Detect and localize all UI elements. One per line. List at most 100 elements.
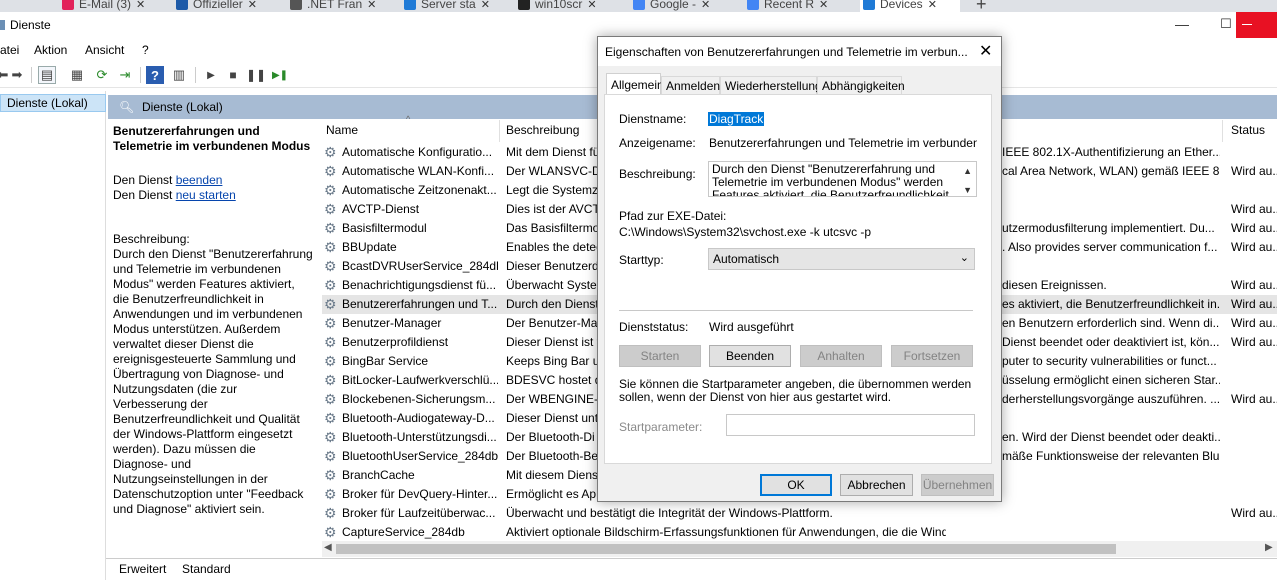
- pause-icon[interactable]: ❚❚: [246, 66, 266, 84]
- start-parameter-input[interactable]: [726, 414, 975, 436]
- browser-tab[interactable]: Google - ✕: [633, 0, 710, 12]
- tab-extended[interactable]: Erweitert: [119, 562, 166, 576]
- window-close-button[interactable]: [1236, 12, 1277, 38]
- restart-icon[interactable]: ▶❚: [271, 66, 289, 84]
- service-description-overflow: Dienst beendet oder deaktiviert ist, kön…: [1002, 335, 1220, 349]
- stop-service-link[interactable]: beenden: [176, 173, 223, 187]
- menu-action[interactable]: Aktion: [34, 43, 67, 57]
- refresh-icon[interactable]: ⟳: [93, 66, 111, 84]
- browser-tab[interactable]: Recent R ✕: [747, 0, 828, 12]
- tab-standard[interactable]: Standard: [182, 562, 231, 576]
- service-name-label: Dienstname:: [619, 112, 687, 126]
- properties-dialog: Eigenschaften von Benutzererfahrungen un…: [597, 36, 1002, 502]
- description-text: Durch den Dienst "Benutzererfahrung und …: [113, 247, 313, 516]
- ok-button[interactable]: OK: [760, 474, 832, 496]
- column-header-description[interactable]: Beschreibung: [506, 123, 579, 137]
- at-icon: [62, 0, 74, 10]
- restart-service-link[interactable]: neu starten: [176, 188, 236, 202]
- service-status-label: Dienststatus:: [619, 320, 689, 334]
- show-tree-icon[interactable]: ▤: [38, 66, 56, 84]
- browser-tab[interactable]: win10scr ✕: [518, 0, 597, 12]
- properties-icon[interactable]: ▦: [68, 66, 86, 84]
- browser-tab[interactable]: Server sta ✕: [404, 0, 490, 12]
- menu-help[interactable]: ?: [142, 43, 149, 57]
- horizontal-scrollbar[interactable]: ◀ ▶: [322, 541, 1277, 557]
- tree-item-services-local[interactable]: Dienste (Lokal): [0, 94, 106, 112]
- new-tab-icon[interactable]: +: [976, 0, 987, 12]
- close-icon[interactable]: ✕: [248, 0, 257, 11]
- close-icon[interactable]: ✕: [136, 0, 145, 11]
- help-icon[interactable]: ?: [146, 66, 164, 84]
- service-description-overflow: IEEE 802.1X-Authentifizierung an Ether..…: [1002, 145, 1220, 159]
- start-parameter-hint: Sie können die Startparameter angeben, d…: [619, 377, 972, 404]
- maximize-icon[interactable]: ☐: [1216, 16, 1236, 32]
- scroll-left-icon[interactable]: ◀: [324, 542, 332, 553]
- start-button[interactable]: Starten: [619, 345, 701, 367]
- stop-icon[interactable]: ■: [224, 66, 242, 84]
- minimize-icon[interactable]: —: [1172, 16, 1192, 32]
- service-title: Benutzererfahrungen und Telemetrie im ve…: [113, 124, 311, 153]
- exe-path-value[interactable]: C:\Windows\System32\svchost.exe -k utcsv…: [619, 225, 979, 239]
- menu-view[interactable]: Ansicht: [85, 43, 124, 57]
- browser-tab[interactable]: Offizieller ✕: [176, 0, 257, 12]
- scroll-right-icon[interactable]: ▶: [1265, 542, 1273, 553]
- tab-recovery[interactable]: Wiederherstellung: [720, 76, 822, 95]
- stop-line: Den Dienst beenden: [113, 173, 223, 187]
- table-row[interactable]: ⚙ CaptureService_284db Aktiviert optionale…: [322, 523, 1277, 542]
- service-name: Bluetooth-Unterstützungsdi...: [342, 430, 497, 444]
- service-name: BingBar Service: [342, 354, 429, 368]
- scrollbar-thumb[interactable]: [336, 544, 1116, 554]
- close-icon[interactable]: ✕: [481, 0, 490, 11]
- browser-tab[interactable]: E-Mail (3) ✕: [62, 0, 145, 12]
- table-row[interactable]: ⚙ Broker für Laufzeitüberwac... Überwacht …: [322, 504, 1277, 523]
- service-description-overflow: derherstellungsvorgänge auszuführen. ...: [1002, 392, 1220, 406]
- start-type-select[interactable]: Automatisch ⌄: [708, 248, 975, 270]
- pause-button[interactable]: Anhalten: [800, 345, 882, 367]
- column-header-status[interactable]: Status: [1231, 123, 1265, 137]
- gear-icon: ⚙: [324, 429, 337, 445]
- description-textbox[interactable]: Durch den Dienst "Benutzererfahrung und …: [708, 161, 977, 197]
- magnifier-icon: 🔍︎: [119, 100, 135, 114]
- dialog-close-icon[interactable]: ✕: [979, 41, 992, 61]
- browser-tab[interactable]: .NET Fran ✕: [290, 0, 376, 12]
- service-name: Broker für DevQuery-Hinter...: [342, 487, 498, 501]
- close-icon[interactable]: ✕: [367, 0, 376, 11]
- column-divider[interactable]: [1222, 120, 1223, 142]
- service-name-value[interactable]: DiagTrack: [708, 112, 765, 126]
- console-icon[interactable]: ▥: [170, 66, 188, 84]
- stop-button[interactable]: Beenden: [709, 345, 791, 367]
- dialog-title-bar: Eigenschaften von Benutzererfahrungen un…: [598, 37, 1001, 66]
- tab-logon[interactable]: Anmelden: [661, 76, 720, 95]
- play-icon[interactable]: ▶: [202, 66, 220, 84]
- column-header-name[interactable]: Name: [326, 123, 358, 137]
- resume-button[interactable]: Fortsetzen: [891, 345, 973, 367]
- column-divider[interactable]: [499, 120, 500, 142]
- close-icon[interactable]: ✕: [819, 0, 828, 11]
- display-name-value[interactable]: Benutzererfahrungen und Telemetrie im ve…: [709, 136, 977, 150]
- service-status: Wird au...: [1231, 297, 1277, 311]
- service-status: Wird au...: [1231, 221, 1277, 235]
- service-name: Automatische Konfiguratio...: [342, 145, 493, 159]
- close-icon[interactable]: ✕: [928, 0, 937, 11]
- menu-file[interactable]: atei: [0, 43, 19, 57]
- tab-general[interactable]: Allgemein: [606, 73, 664, 95]
- chevron-down-icon: ⌄: [959, 252, 969, 264]
- forward-arrow-icon[interactable]: ➡: [8, 66, 26, 84]
- apply-button[interactable]: Übernehmen: [921, 474, 994, 496]
- service-description-overflow: puter to security vulnerabilities or fun…: [1002, 354, 1217, 368]
- export-icon[interactable]: ⇥: [116, 66, 134, 84]
- cancel-button[interactable]: Abbrechen: [840, 474, 913, 496]
- scroll-up-icon[interactable]: ▲: [963, 165, 972, 178]
- browser-tab-active[interactable]: Devices ✕: [860, 0, 960, 12]
- scroll-down-icon[interactable]: ▼: [963, 184, 972, 196]
- tab-dependencies[interactable]: Abhängigkeiten: [817, 76, 905, 95]
- gear-icon: ⚙: [324, 505, 337, 521]
- exe-path-label: Pfad zur EXE-Datei:: [619, 209, 727, 223]
- gear-icon: ⚙: [324, 277, 337, 293]
- divider: [619, 310, 973, 311]
- gear-icon: ⚙: [324, 448, 337, 464]
- close-icon[interactable]: ✕: [701, 0, 710, 11]
- gear-icon: ⚙: [324, 220, 337, 236]
- gear-icon: ⚙: [324, 524, 337, 540]
- close-icon[interactable]: ✕: [587, 0, 596, 11]
